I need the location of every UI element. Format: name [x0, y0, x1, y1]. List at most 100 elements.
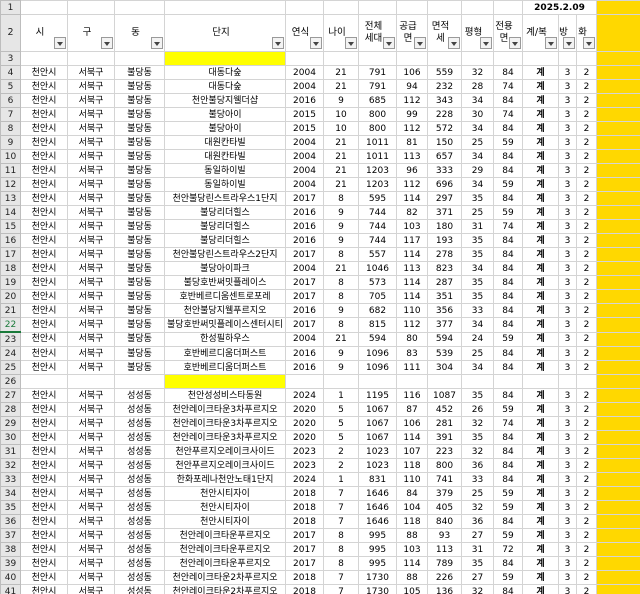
- cell-gu[interactable]: 서북구: [67, 79, 115, 94]
- filter-dropdown-icon[interactable]: [383, 37, 395, 49]
- cell-complex[interactable]: 천안레이크타운2차푸르지오: [164, 570, 286, 585]
- cell-rooms[interactable]: 3: [558, 500, 577, 515]
- cell-households[interactable]: 595: [358, 191, 397, 206]
- cell-gu[interactable]: 서북구: [67, 458, 115, 473]
- cell-supply-area[interactable]: 103: [396, 219, 428, 234]
- cell-age[interactable]: 8: [323, 317, 359, 333]
- cell-baths[interactable]: 2: [575, 458, 598, 473]
- cell-supply-area[interactable]: 114: [396, 191, 428, 206]
- cell-baths[interactable]: 2: [575, 191, 598, 206]
- cell-supply-area[interactable]: 106: [396, 416, 428, 431]
- header-area-households[interactable]: 면적 세: [427, 14, 462, 52]
- cell-households[interactable]: 1730: [358, 584, 397, 594]
- cell-rooms[interactable]: 3: [558, 149, 577, 164]
- cell-year[interactable]: 2017: [285, 247, 324, 262]
- cell-area-households[interactable]: 823: [427, 261, 462, 276]
- cell-exclusive-area[interactable]: 74: [493, 107, 523, 122]
- cell-year[interactable]: 2023: [285, 444, 324, 459]
- cell-baths[interactable]: 2: [575, 570, 598, 585]
- cell-exclusive-area[interactable]: 84: [493, 444, 523, 459]
- row-number[interactable]: 2: [0, 14, 21, 52]
- cell-year[interactable]: 2018: [285, 584, 324, 594]
- cell-rooms[interactable]: 3: [558, 233, 577, 248]
- cell[interactable]: [67, 51, 115, 66]
- cell-dong[interactable]: 불당동: [114, 331, 165, 347]
- header-type[interactable]: 계/복: [522, 14, 559, 52]
- filter-dropdown-icon[interactable]: [414, 37, 426, 49]
- cell[interactable]: [493, 0, 523, 15]
- cell-type[interactable]: 계: [522, 79, 559, 94]
- row-number[interactable]: 6: [0, 93, 21, 108]
- cell-year[interactable]: 2004: [285, 163, 324, 178]
- row-number[interactable]: 7: [0, 107, 21, 122]
- cell-dong[interactable]: 불당동: [114, 107, 165, 122]
- cell-year[interactable]: 2018: [285, 514, 324, 529]
- cell-baths[interactable]: 2: [575, 388, 598, 403]
- cell[interactable]: [285, 374, 324, 389]
- cell-supply-area[interactable]: 81: [396, 135, 428, 150]
- cell-supply-area[interactable]: 82: [396, 205, 428, 220]
- cell-area-households[interactable]: 559: [427, 65, 462, 80]
- cell-age[interactable]: 9: [323, 205, 359, 220]
- cell-dong[interactable]: 불당동: [114, 93, 165, 108]
- cell-area-households[interactable]: 287: [427, 275, 462, 290]
- cell-households[interactable]: 682: [358, 303, 397, 318]
- cell-supply-area[interactable]: 87: [396, 402, 428, 417]
- cell-dong[interactable]: 성성동: [114, 528, 165, 543]
- cell[interactable]: [323, 51, 359, 66]
- cell-area-households[interactable]: 789: [427, 556, 462, 571]
- cell-baths[interactable]: 2: [575, 177, 598, 192]
- cell-pyeong[interactable]: 30: [461, 107, 494, 122]
- filter-dropdown-icon[interactable]: [310, 37, 322, 49]
- cell-complex[interactable]: 천안불당지웰푸르지오: [164, 303, 286, 318]
- cell-exclusive-area[interactable]: 84: [493, 121, 523, 136]
- cell-si[interactable]: 천안시: [20, 121, 68, 136]
- cell-area-households[interactable]: 741: [427, 472, 462, 487]
- cell[interactable]: [596, 584, 640, 594]
- cell-complex[interactable]: 동일하이빌: [164, 177, 286, 192]
- cell-pyeong[interactable]: 29: [461, 163, 494, 178]
- cell-supply-area[interactable]: 114: [396, 247, 428, 262]
- cell-exclusive-area[interactable]: 59: [493, 331, 523, 347]
- cell-exclusive-area[interactable]: 84: [493, 233, 523, 248]
- cell-pyeong[interactable]: 31: [461, 542, 494, 557]
- cell-type[interactable]: 계: [522, 191, 559, 206]
- cell-supply-area[interactable]: 110: [396, 472, 428, 487]
- cell-supply-area[interactable]: 112: [396, 177, 428, 192]
- header-baths[interactable]: 화: [575, 14, 598, 52]
- cell-dong[interactable]: 불당동: [114, 135, 165, 150]
- cell-complex[interactable]: 천안레이크타운푸르지오: [164, 556, 286, 571]
- cell[interactable]: [522, 51, 559, 66]
- cell-supply-area[interactable]: 118: [396, 514, 428, 529]
- cell-year[interactable]: 2017: [285, 542, 324, 557]
- cell[interactable]: [596, 191, 640, 206]
- cell-rooms[interactable]: 3: [558, 247, 577, 262]
- cell-type[interactable]: 계: [522, 135, 559, 150]
- cell-dong[interactable]: 불당동: [114, 163, 165, 178]
- cell[interactable]: [596, 14, 640, 52]
- cell-area-households[interactable]: 278: [427, 247, 462, 262]
- row-number[interactable]: 11: [0, 163, 21, 178]
- cell[interactable]: [558, 51, 577, 66]
- cell-households[interactable]: 995: [358, 556, 397, 571]
- cell-gu[interactable]: 서북구: [67, 402, 115, 417]
- cell[interactable]: [596, 149, 640, 164]
- cell-age[interactable]: 8: [323, 556, 359, 571]
- cell-baths[interactable]: 2: [575, 514, 598, 529]
- cell-year[interactable]: 2004: [285, 261, 324, 276]
- cell[interactable]: [114, 51, 165, 66]
- cell-rooms[interactable]: 3: [558, 163, 577, 178]
- cell-complex[interactable]: 대동다숲: [164, 79, 286, 94]
- cell-rooms[interactable]: 3: [558, 317, 577, 333]
- cell-gu[interactable]: 서북구: [67, 303, 115, 318]
- cell-dong[interactable]: 불당동: [114, 233, 165, 248]
- cell-age[interactable]: 21: [323, 65, 359, 80]
- highlight-cell[interactable]: [164, 374, 286, 389]
- cell-gu[interactable]: 서북구: [67, 247, 115, 262]
- cell-pyeong[interactable]: 35: [461, 289, 494, 304]
- cell-complex[interactable]: 대동다숲: [164, 65, 286, 80]
- cell[interactable]: [358, 374, 397, 389]
- cell[interactable]: [596, 514, 640, 529]
- cell-households[interactable]: 1646: [358, 514, 397, 529]
- cell-households[interactable]: 573: [358, 275, 397, 290]
